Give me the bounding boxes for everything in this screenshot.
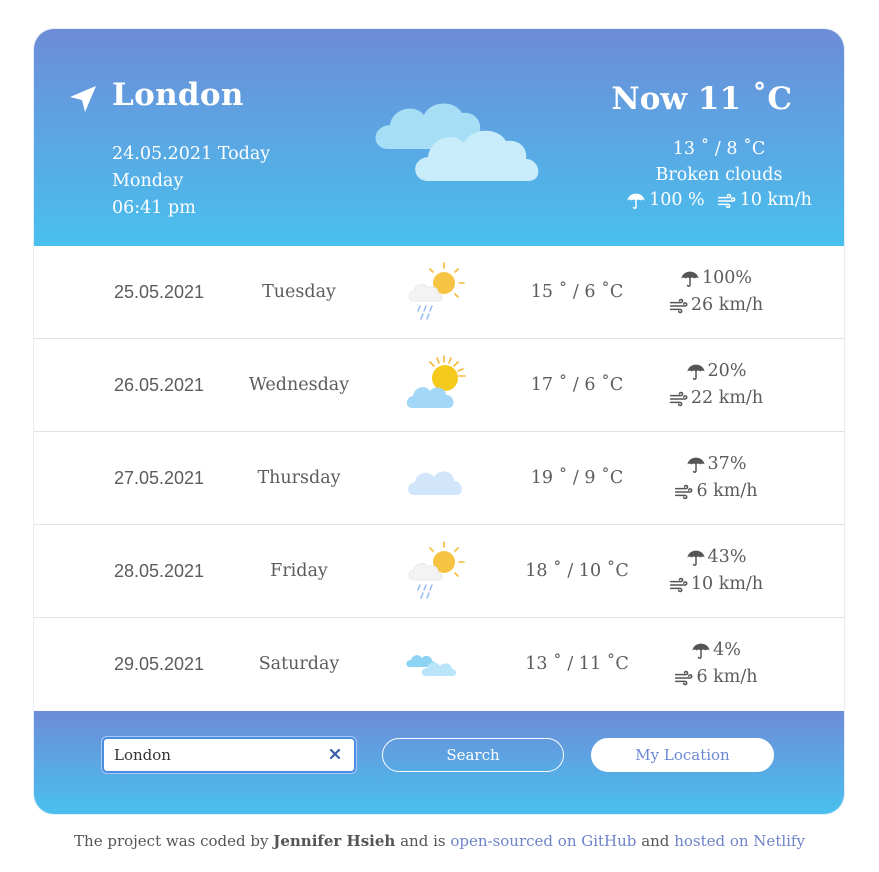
cloud-icon (404, 445, 470, 511)
small-clouds-icon (404, 631, 470, 697)
wind-icon (669, 576, 689, 594)
sun-cloud-rain-icon (404, 259, 470, 325)
forecast-date: 28.05.2021 (113, 561, 205, 581)
forecast-list: 25.05.2021 Tuesday 15 ˚ / 6 ˚C 100% 26 k… (34, 246, 844, 710)
credit-author: Jennifer Hsieh (273, 832, 396, 850)
wind-icon (717, 192, 737, 210)
current-time: 06:41 pm (112, 198, 196, 218)
search-input[interactable] (114, 744, 314, 766)
forecast-temp: 18 ˚ / 10 ˚C (525, 561, 629, 581)
umbrella-icon (680, 270, 700, 288)
forecast-day: Saturday (258, 654, 340, 674)
forecast-day: Tuesday (262, 282, 336, 302)
footer-credit: The project was coded by Jennifer Hsieh … (0, 832, 879, 850)
weather-card: London 24.05.2021 Today Monday 06:41 pm … (34, 29, 844, 814)
current-date-block: 24.05.2021 Today Monday 06:41 pm (112, 141, 270, 222)
search-field[interactable] (102, 737, 356, 773)
current-date: 24.05.2021 Today (112, 144, 271, 164)
forecast-wind: 10 km/h (690, 574, 764, 594)
credit-middle: and is (400, 832, 446, 850)
forecast-row: 26.05.2021 Wednesday 17 ˚ / 6 ˚C 20% 22 … (34, 339, 844, 432)
umbrella-icon (626, 192, 646, 210)
forecast-row: 29.05.2021 Saturday 13 ˚ / 11 ˚C 4% 6 km… (34, 618, 844, 710)
github-link[interactable]: open-sourced on GitHub (450, 832, 636, 850)
current-day: Monday (112, 171, 184, 191)
forecast-temp: 13 ˚ / 11 ˚C (525, 654, 629, 674)
forecast-day: Friday (270, 561, 328, 581)
sun-cloud-rain-icon (404, 538, 470, 604)
current-weather-panel: London 24.05.2021 Today Monday 06:41 pm … (34, 29, 844, 246)
umbrella-icon (686, 456, 706, 474)
forecast-wind: 6 km/h (696, 481, 758, 501)
umbrella-icon (691, 642, 711, 660)
wind-icon (674, 669, 694, 687)
forecast-row: 27.05.2021 Thursday 19 ˚ / 9 ˚C 37% 6 km… (34, 432, 844, 525)
forecast-date: 27.05.2021 (113, 468, 205, 488)
wind-icon (674, 483, 694, 501)
broken-clouds-icon (375, 103, 539, 181)
current-precipitation: 100 % (649, 190, 705, 210)
forecast-temp: 15 ˚ / 6 ˚C (530, 282, 624, 302)
search-bar: Search My Location (34, 711, 844, 814)
forecast-precipitation: 20% (707, 361, 747, 381)
sun-behind-cloud-icon (404, 352, 470, 418)
clear-icon[interactable] (328, 747, 342, 761)
forecast-date: 29.05.2021 (113, 654, 205, 674)
my-location-button[interactable]: My Location (591, 738, 774, 772)
forecast-row: 28.05.2021 Friday 18 ˚ / 10 ˚C 43% 10 km… (34, 525, 844, 618)
credit-prefix: The project was coded by (74, 832, 269, 850)
wind-icon (669, 390, 689, 408)
forecast-temp: 19 ˚ / 9 ˚C (530, 468, 624, 488)
current-temp-range: 13 ˚ / 8 ˚C (672, 139, 766, 159)
current-temperature: Now 11 ˚C (611, 81, 792, 117)
wind-icon (669, 297, 689, 315)
forecast-precipitation: 43% (707, 547, 747, 567)
forecast-day: Thursday (257, 468, 341, 488)
forecast-precipitation: 37% (707, 454, 747, 474)
umbrella-icon (686, 549, 706, 567)
netlify-link[interactable]: hosted on Netlify (674, 832, 805, 850)
current-wind: 10 km/h (739, 190, 812, 210)
forecast-row: 25.05.2021 Tuesday 15 ˚ / 6 ˚C 100% 26 k… (34, 246, 844, 339)
current-description: Broken clouds (655, 164, 783, 185)
forecast-precipitation: 4% (713, 640, 741, 660)
forecast-date: 26.05.2021 (113, 375, 205, 395)
forecast-date: 25.05.2021 (113, 282, 205, 302)
location-arrow-icon (70, 86, 96, 112)
credit-and: and (641, 832, 670, 850)
forecast-day: Wednesday (248, 375, 350, 395)
forecast-wind: 26 km/h (690, 295, 764, 315)
current-details: 13 ˚ / 8 ˚C Broken clouds 100 % 10 km/h (594, 137, 844, 214)
forecast-temp: 17 ˚ / 6 ˚C (530, 375, 624, 395)
forecast-wind: 6 km/h (696, 667, 758, 687)
city-name: London (112, 77, 244, 113)
forecast-wind: 22 km/h (690, 388, 764, 408)
umbrella-icon (686, 363, 706, 381)
forecast-precipitation: 100% (701, 268, 753, 288)
search-button[interactable]: Search (382, 738, 564, 772)
